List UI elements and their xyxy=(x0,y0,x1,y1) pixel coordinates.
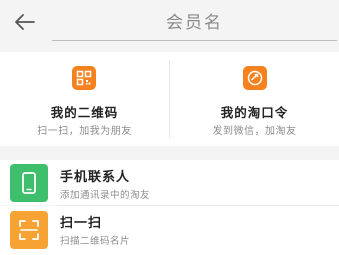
my-tao-password-tile[interactable]: 我的淘口令 发到微信，加淘友 xyxy=(170,52,339,146)
my-tao-password-subtitle: 发到微信，加淘友 xyxy=(212,126,297,137)
my-qr-code-tile[interactable]: 我的二维码 扫一扫，加我为朋友 xyxy=(0,52,169,146)
header-bar xyxy=(0,0,339,44)
share-options-card: 我的二维码 扫一扫，加我为朋友 我的淘口令 发到微信，加淘友 xyxy=(0,52,339,146)
phone-contacts-row[interactable]: 手机联系人 添加通讯录中的淘友 xyxy=(0,160,339,205)
search-field-wrapper xyxy=(52,8,337,41)
my-qr-code-subtitle: 扫一扫，加我为朋友 xyxy=(37,126,132,137)
member-name-search-input[interactable] xyxy=(52,8,337,38)
phone-contacts-title: 手机联系人 xyxy=(60,170,131,185)
phone-icon xyxy=(10,164,48,202)
my-tao-password-title: 我的淘口令 xyxy=(220,105,289,120)
back-arrow-icon[interactable] xyxy=(14,12,36,32)
qr-code-icon xyxy=(72,66,96,90)
my-qr-code-title: 我的二维码 xyxy=(50,105,119,120)
scan-row[interactable]: 扫一扫 扫描二维码名片 xyxy=(0,206,339,255)
phone-contacts-subtitle: 添加通讯录中的淘友 xyxy=(60,190,151,201)
add-friend-screen: 我的二维码 扫一扫，加我为朋友 我的淘口令 发到微信，加淘友 手机联系人 添加通… xyxy=(0,0,339,255)
scan-icon xyxy=(10,211,48,249)
scan-subtitle: 扫描二维码名片 xyxy=(60,236,131,247)
scan-title: 扫一扫 xyxy=(60,216,103,231)
share-link-icon xyxy=(243,66,267,90)
